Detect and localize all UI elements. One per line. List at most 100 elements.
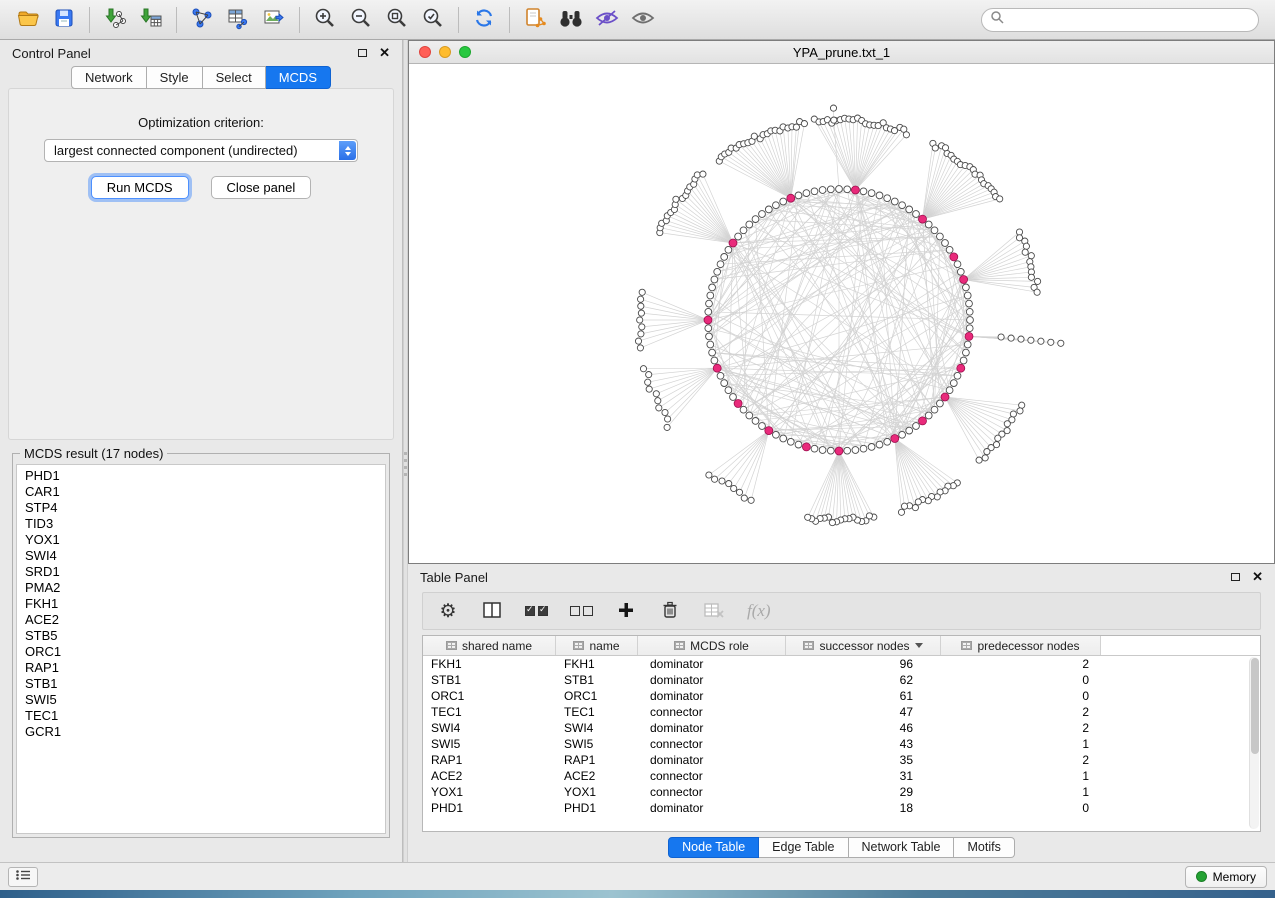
tab-select[interactable]: Select <box>203 66 266 89</box>
column-label: name <box>589 639 619 653</box>
tab-motifs[interactable]: Motifs <box>954 837 1014 858</box>
table-settings-button[interactable]: ⚙ <box>437 599 459 623</box>
table-cell: PHD1 <box>556 801 638 815</box>
result-node-item[interactable]: PMA2 <box>25 580 377 596</box>
zoom-fit-button[interactable] <box>379 4 415 36</box>
close-panel-icon[interactable]: ✕ <box>1252 572 1263 582</box>
task-history-button[interactable] <box>8 867 38 887</box>
export-image-button[interactable] <box>256 4 292 36</box>
criterion-select[interactable]: largest connected component (undirected) <box>44 139 358 162</box>
result-node-item[interactable]: SWI5 <box>25 692 377 708</box>
zoom-selected-button[interactable] <box>415 4 451 36</box>
tab-node-table[interactable]: Node Table <box>668 837 759 858</box>
result-node-item[interactable]: RAP1 <box>25 660 377 676</box>
gear-icon: ⚙ <box>439 602 456 621</box>
panel-splitter[interactable] <box>403 40 408 862</box>
task-list-icon <box>15 869 31 884</box>
column-header-shared-name[interactable]: shared name <box>423 636 556 655</box>
table-row[interactable]: ORC1ORC1dominator610 <box>423 688 1260 704</box>
show-columns-button[interactable] <box>481 599 503 623</box>
table-row[interactable]: PHD1PHD1dominator180 <box>423 800 1260 816</box>
select-all-columns-button[interactable] <box>525 599 548 623</box>
close-panel-icon[interactable]: ✕ <box>379 48 390 58</box>
search-network-button[interactable] <box>553 4 589 36</box>
result-node-item[interactable]: YOX1 <box>25 532 377 548</box>
memory-button[interactable]: Memory <box>1185 866 1267 888</box>
search-input[interactable] <box>1009 13 1250 27</box>
show-all-button[interactable] <box>625 4 661 36</box>
table-header-row: shared name name MCDS rolesuccessor nodesp… <box>423 636 1260 656</box>
float-window-icon[interactable] <box>358 49 367 57</box>
import-table-button[interactable] <box>133 4 169 36</box>
network-canvas[interactable] <box>409 64 1274 563</box>
delete-table-button[interactable] <box>703 599 725 623</box>
maximize-window-icon[interactable] <box>459 46 471 58</box>
network-graph[interactable] <box>409 64 1274 563</box>
table-row[interactable]: SWI5SWI5connector431 <box>423 736 1260 752</box>
table-cell: dominator <box>638 689 786 703</box>
result-node-item[interactable]: FKH1 <box>25 596 377 612</box>
delete-column-button[interactable] <box>659 599 681 623</box>
result-node-item[interactable]: ORC1 <box>25 644 377 660</box>
tab-mcds[interactable]: MCDS <box>266 66 331 89</box>
result-node-item[interactable]: GCR1 <box>25 724 377 740</box>
result-node-item[interactable]: STP4 <box>25 500 377 516</box>
result-node-item[interactable]: ACE2 <box>25 612 377 628</box>
add-column-button[interactable] <box>615 599 637 623</box>
result-node-item[interactable]: PHD1 <box>25 468 377 484</box>
table-cell: 61 <box>786 689 941 703</box>
table-cell: 35 <box>786 753 941 767</box>
result-node-item[interactable]: STB1 <box>25 676 377 692</box>
tab-edge-table[interactable]: Edge Table <box>759 837 848 858</box>
result-node-item[interactable]: TEC1 <box>25 708 377 724</box>
table-cell: 2 <box>941 721 1101 735</box>
eye-slash-icon <box>594 6 620 33</box>
unselect-all-columns-button[interactable] <box>570 599 593 623</box>
zoom-in-button[interactable] <box>307 4 343 36</box>
table-row[interactable]: SWI4SWI4dominator462 <box>423 720 1260 736</box>
column-header-name[interactable]: name <box>556 636 638 655</box>
run-mcds-button[interactable]: Run MCDS <box>91 176 189 199</box>
column-header-successor-nodes[interactable]: successor nodes <box>786 636 941 655</box>
toolbar-separator <box>176 7 177 33</box>
refresh-button[interactable] <box>466 4 502 36</box>
column-header-predecessor-nodes[interactable]: predecessor nodes <box>941 636 1101 655</box>
network-table-button[interactable] <box>220 4 256 36</box>
table-row[interactable]: TEC1TEC1connector472 <box>423 704 1260 720</box>
table-row[interactable]: ACE2ACE2connector311 <box>423 768 1260 784</box>
save-button[interactable] <box>46 4 82 36</box>
new-network-button[interactable] <box>184 4 220 36</box>
tab-network-table[interactable]: Network Table <box>849 837 955 858</box>
zoom-out-button[interactable] <box>343 4 379 36</box>
column-header-MCDS-role[interactable]: MCDS role <box>638 636 786 655</box>
mcds-result-list[interactable]: PHD1CAR1STP4TID3YOX1SWI4SRD1PMA2FKH1ACE2… <box>16 464 386 834</box>
close-panel-button[interactable]: Close panel <box>211 176 312 199</box>
table-row[interactable]: FKH1FKH1dominator962 <box>423 656 1260 672</box>
minimize-window-icon[interactable] <box>439 46 451 58</box>
hide-selected-button[interactable] <box>589 4 625 36</box>
close-window-icon[interactable] <box>419 46 431 58</box>
table-row[interactable]: STB1STB1dominator620 <box>423 672 1260 688</box>
table-cell: 31 <box>786 769 941 783</box>
float-window-icon[interactable] <box>1231 573 1240 581</box>
network-titlebar[interactable]: YPA_prune.txt_1 <box>409 41 1274 64</box>
clone-network-button[interactable] <box>517 4 553 36</box>
column-type-icon <box>573 641 584 650</box>
open-folder-button[interactable] <box>10 4 46 36</box>
table-delete-icon <box>704 602 724 621</box>
import-network-icon <box>103 6 127 33</box>
table-scrollbar[interactable] <box>1249 657 1259 829</box>
result-node-item[interactable]: STB5 <box>25 628 377 644</box>
result-node-item[interactable]: SWI4 <box>25 548 377 564</box>
table-row[interactable]: YOX1YOX1connector291 <box>423 784 1260 800</box>
table-cell: 29 <box>786 785 941 799</box>
function-builder-button[interactable]: f(x) <box>747 599 771 623</box>
import-network-button[interactable] <box>97 4 133 36</box>
result-node-item[interactable]: CAR1 <box>25 484 377 500</box>
result-node-item[interactable]: SRD1 <box>25 564 377 580</box>
scrollbar-thumb[interactable] <box>1251 658 1259 754</box>
result-node-item[interactable]: TID3 <box>25 516 377 532</box>
tab-network[interactable]: Network <box>71 66 147 89</box>
table-row[interactable]: RAP1RAP1dominator352 <box>423 752 1260 768</box>
tab-style[interactable]: Style <box>147 66 203 89</box>
